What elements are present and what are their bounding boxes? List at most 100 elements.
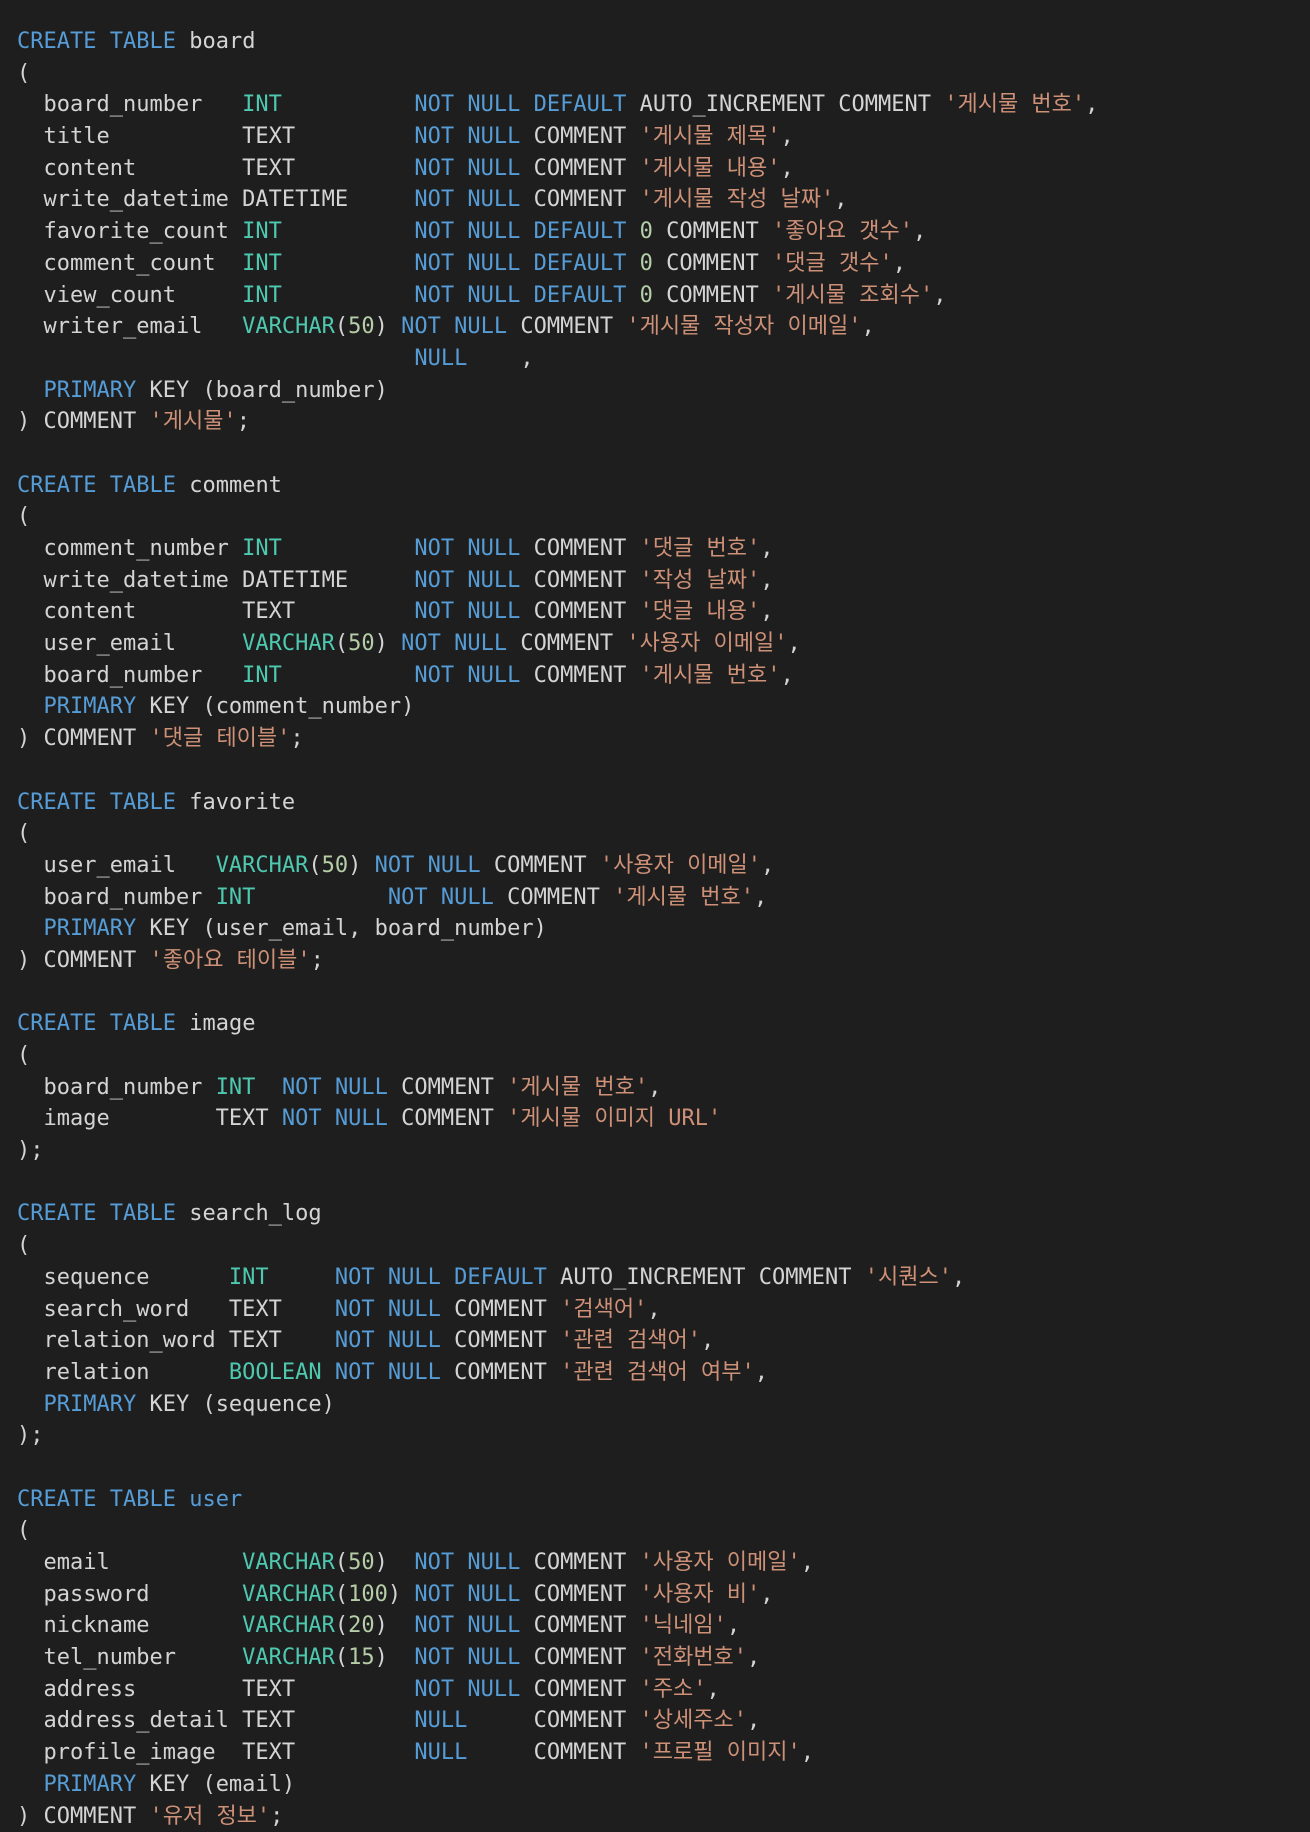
- punctuation-token: (: [17, 61, 30, 86]
- punctuation-token: ,: [801, 1550, 814, 1575]
- code-line: title TEXT NOT NULL COMMENT '게시물 제목',: [17, 121, 1310, 153]
- keyword-token: NULL: [467, 124, 520, 149]
- code-line: CREATE TABLE board: [17, 26, 1310, 58]
- code-line: nickname VARCHAR(20) NOT NULL COMMENT '닉…: [17, 1610, 1310, 1642]
- code-editor[interactable]: CREATE TABLE board ( board_number INT NOT…: [0, 0, 1310, 1826]
- identifier-token: relation: [17, 1360, 229, 1385]
- identifier-token: [375, 1297, 388, 1322]
- code-line: PRIMARY KEY (email): [17, 1769, 1310, 1801]
- number-token: 50: [348, 314, 375, 339]
- code-line: (: [17, 1515, 1310, 1547]
- code-line: board_number INT NOT NULL DEFAULT AUTO_I…: [17, 89, 1310, 121]
- identifier-token: [454, 1582, 467, 1607]
- punctuation-token: ;: [237, 409, 250, 434]
- identifier-token: KEY (board_number): [136, 378, 388, 403]
- identifier-token: COMMENT: [30, 409, 149, 434]
- string-token: '검색어': [560, 1297, 647, 1322]
- identifier-token: user_email: [17, 853, 216, 878]
- identifier-token: [388, 1550, 415, 1575]
- identifier-token: [388, 1645, 415, 1670]
- keyword-token: PRIMARY: [44, 378, 137, 403]
- punctuation-token: (: [335, 1550, 348, 1575]
- string-token: '게시물 번호': [640, 663, 781, 688]
- identifier-token: email: [17, 1550, 242, 1575]
- keyword-token: DEFAULT: [534, 219, 627, 244]
- string-token: '유저 정보': [149, 1804, 270, 1829]
- identifier-token: COMMENT: [520, 1677, 639, 1702]
- punctuation-token: ,: [747, 1708, 760, 1733]
- type-token: VARCHAR: [216, 853, 309, 878]
- type-token: INT: [242, 92, 282, 117]
- type-token: BOOLEAN: [229, 1360, 322, 1385]
- code-line: CREATE TABLE user: [17, 1484, 1310, 1516]
- identifier-token: [388, 314, 401, 339]
- identifier-token: [96, 473, 109, 498]
- keyword-token: NOT: [335, 1265, 375, 1290]
- identifier-token: [282, 536, 414, 561]
- identifier-token: COMMENT: [520, 1613, 639, 1638]
- keyword-token: PRIMARY: [44, 1392, 137, 1417]
- code-line: CREATE TABLE comment: [17, 470, 1310, 502]
- keyword-token: NOT: [282, 1075, 322, 1100]
- keyword-token: NOT: [388, 885, 428, 910]
- identifier-token: comment_count: [17, 251, 242, 276]
- punctuation-token: ,: [834, 187, 847, 212]
- keyword-token: TABLE: [110, 790, 176, 815]
- punctuation-token: ,: [801, 1740, 814, 1765]
- identifier-token: KEY (comment_number): [136, 694, 414, 719]
- code-line: CREATE TABLE image: [17, 1008, 1310, 1040]
- keyword-token: NULL: [467, 1582, 520, 1607]
- identifier-token: [454, 283, 467, 308]
- number-token: 0: [640, 283, 653, 308]
- identifier-token: [626, 251, 639, 276]
- punctuation-token: ): [375, 314, 388, 339]
- identifier-token: comment_number: [17, 536, 242, 561]
- string-token: '상세주소': [640, 1708, 747, 1733]
- keyword-token: NOT: [414, 187, 454, 212]
- punctuation-token: ,: [862, 314, 875, 339]
- identifier-token: content TEXT: [17, 156, 414, 181]
- punctuation-token: ,: [760, 536, 773, 561]
- keyword-token: NOT: [414, 568, 454, 593]
- punctuation-token: ): [375, 1613, 388, 1638]
- identifier-token: [388, 1613, 415, 1638]
- identifier-token: [520, 219, 533, 244]
- identifier-token: COMMENT: [520, 568, 639, 593]
- punctuation-token: ): [348, 853, 361, 878]
- keyword-token: NULL: [467, 1677, 520, 1702]
- identifier-token: [454, 1613, 467, 1638]
- string-token: '닉네임': [640, 1613, 727, 1638]
- keyword-token: user: [189, 1487, 242, 1512]
- code-line: );: [17, 1420, 1310, 1452]
- punctuation-token: ): [375, 1645, 388, 1670]
- keyword-token: NULL: [414, 346, 467, 371]
- string-token: '게시물 이미지 URL': [507, 1106, 721, 1131]
- identifier-token: COMMENT: [520, 156, 639, 181]
- identifier-token: [176, 1487, 189, 1512]
- identifier-token: [282, 92, 414, 117]
- identifier-token: COMMENT: [494, 885, 613, 910]
- keyword-token: NOT: [414, 1582, 454, 1607]
- keyword-token: DEFAULT: [534, 251, 627, 276]
- identifier-token: COMMENT: [653, 251, 772, 276]
- punctuation-token: ): [17, 726, 30, 751]
- keyword-token: NOT: [401, 631, 441, 656]
- identifier-token: [375, 1265, 388, 1290]
- identifier-token: tel_number: [17, 1645, 242, 1670]
- punctuation-token: (: [335, 1582, 348, 1607]
- keyword-token: NOT: [414, 1613, 454, 1638]
- type-token: VARCHAR: [242, 314, 335, 339]
- code-line: PRIMARY KEY (board_number): [17, 375, 1310, 407]
- code-line: relation_word TEXT NOT NULL COMMENT '관련 …: [17, 1325, 1310, 1357]
- identifier-token: [282, 251, 414, 276]
- number-token: 50: [348, 1550, 375, 1575]
- punctuation-token: (: [308, 853, 321, 878]
- keyword-token: NOT: [414, 1550, 454, 1575]
- identifier-token: title TEXT: [17, 124, 414, 149]
- identifier-token: [454, 568, 467, 593]
- keyword-token: NOT: [414, 536, 454, 561]
- identifier-token: board_number: [17, 663, 242, 688]
- number-token: 15: [348, 1645, 375, 1670]
- identifier-token: [361, 853, 374, 878]
- keyword-token: PRIMARY: [44, 916, 137, 941]
